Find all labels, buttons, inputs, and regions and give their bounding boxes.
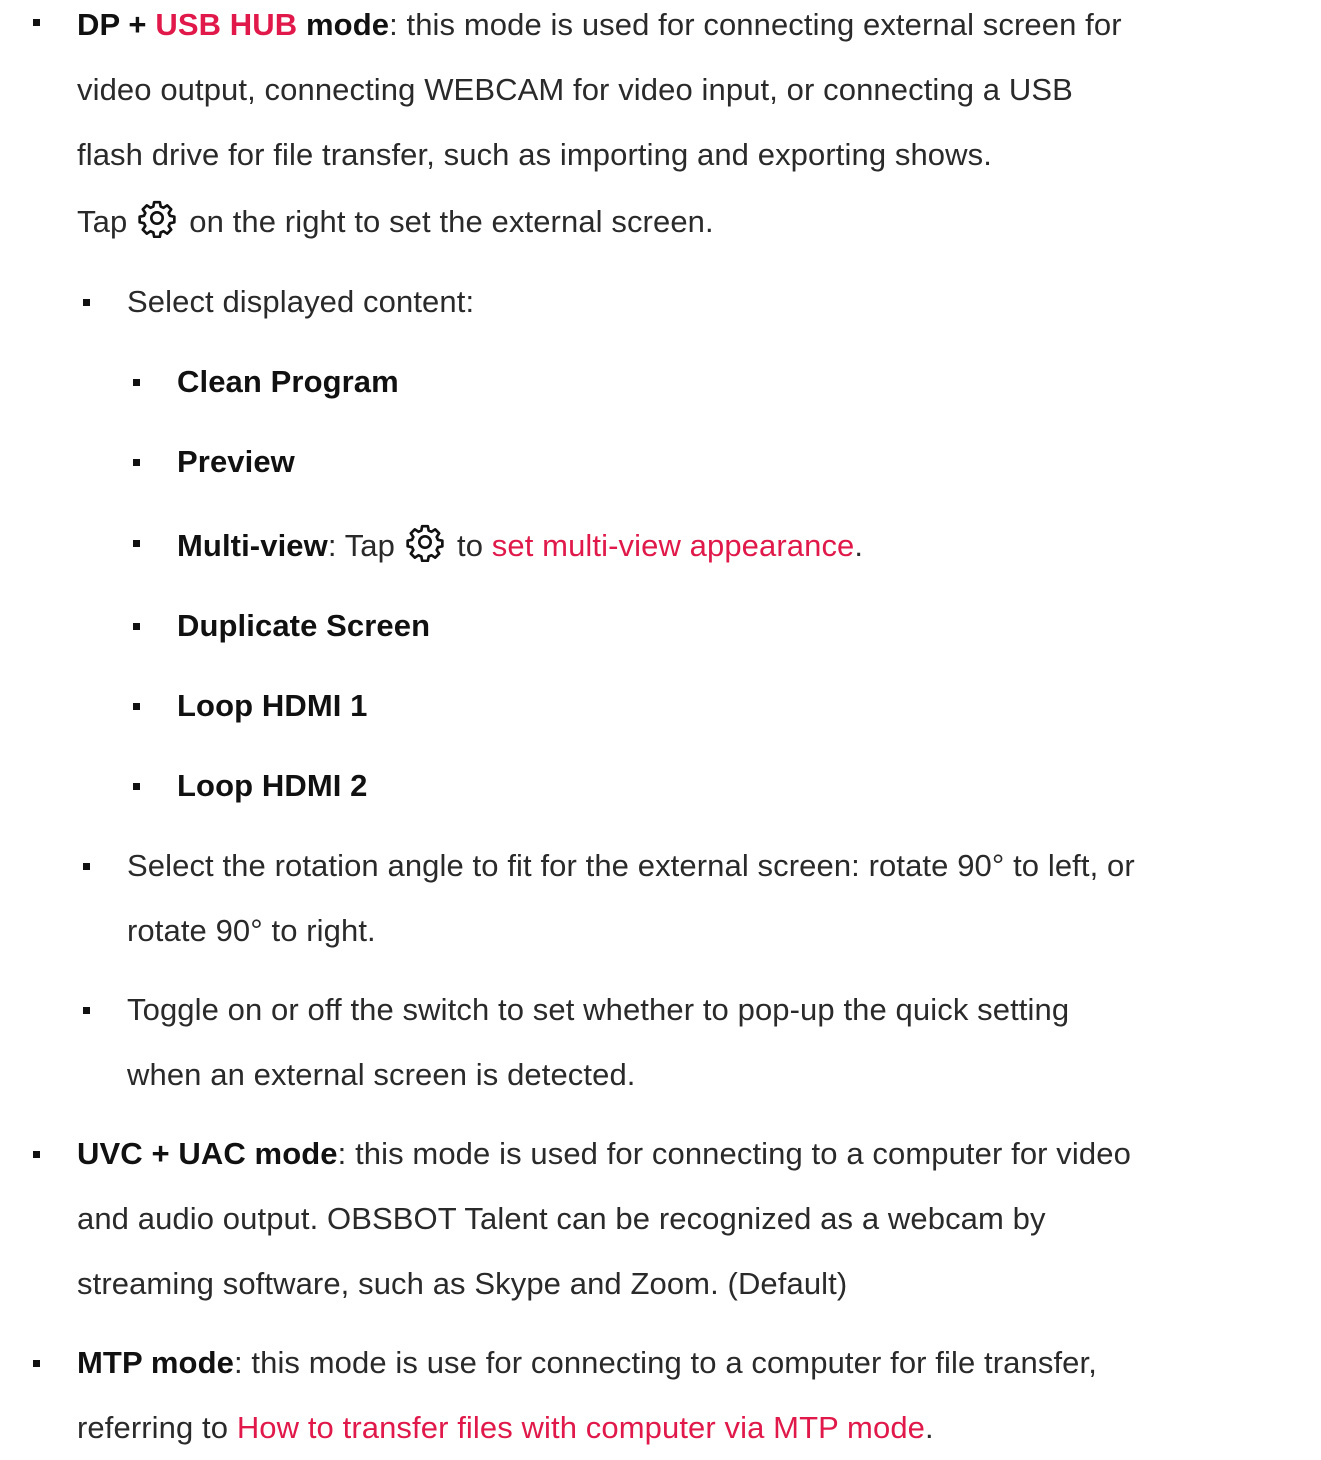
tap-suffix: on the right to set the external screen. <box>189 204 714 239</box>
option-duplicate-screen: Duplicate Screen <box>177 608 431 643</box>
uvc-line-1: UVC + UAC mode: this mode is used for co… <box>77 1122 1297 1186</box>
multiview-label: Multi-view <box>177 528 328 563</box>
mtp-title: MTP mode <box>77 1345 234 1380</box>
mtp-desc: : this mode is use for connecting to a c… <box>233 1345 1097 1380</box>
multiview-tap: : Tap <box>327 528 395 563</box>
option-multiview: Multi-view: Tap to set multi-view appeara… <box>177 514 1277 578</box>
popup-line-2: when an external screen is detected. <box>127 1057 636 1092</box>
multiview-end: . <box>854 528 864 563</box>
uvc-line-2: and audio output. OBSBOT Talent can be r… <box>77 1201 1046 1236</box>
dp-usb-hub-line-2: video output, connecting WEBCAM for vide… <box>77 72 1073 107</box>
popup-line-1: Toggle on or off the switch to set wheth… <box>127 992 1070 1027</box>
list-bullet <box>133 623 140 630</box>
list-bullet <box>83 299 90 306</box>
option-preview: Preview <box>177 444 295 479</box>
dp-mode-desc: : this mode is used for connecting exter… <box>389 7 1122 42</box>
option-loop-hdmi-1: Loop HDMI 1 <box>177 688 368 723</box>
list-bullet <box>133 783 140 790</box>
list-bullet <box>133 703 140 710</box>
gear-icon <box>405 522 445 562</box>
multiview-to: to <box>457 528 484 563</box>
tap-prefix: Tap <box>77 204 128 239</box>
multiview-appearance-link[interactable]: set multi-view appearance <box>492 528 855 563</box>
list-bullet <box>83 863 90 870</box>
list-bullet <box>33 19 40 26</box>
list-bullet <box>83 1007 90 1014</box>
dp-usb-hub-line-3: flash drive for file transfer, such as i… <box>77 137 992 172</box>
dp-mode-title-b: mode <box>297 7 390 42</box>
mtp-line-1: MTP mode: this mode is use for connectin… <box>77 1331 1297 1395</box>
dp-mode-title-a: DP + <box>77 7 156 42</box>
mtp-line-2: referring to How to transfer files with … <box>77 1396 1297 1460</box>
mtp-end: . <box>925 1410 934 1445</box>
display-content-label: Select displayed content: <box>127 284 475 319</box>
dp-usb-hub-line-1: DP + USB HUB mode: this mode is used for… <box>77 0 1297 57</box>
mtp-prefix: referring to <box>77 1410 237 1445</box>
option-clean-program: Clean Program <box>177 364 399 399</box>
list-bullet <box>33 1151 40 1158</box>
uvc-line-3: streaming software, such as Skype and Zo… <box>77 1266 848 1301</box>
list-bullet <box>133 459 140 466</box>
option-loop-hdmi-2: Loop HDMI 2 <box>177 768 368 803</box>
list-bullet <box>33 1360 40 1367</box>
uvc-title: UVC + UAC mode <box>77 1136 338 1171</box>
rotation-line-1: Select the rotation angle to fit for the… <box>127 848 1135 883</box>
usb-hub-link[interactable]: USB HUB <box>155 7 297 42</box>
document: DP + USB HUB mode: this mode is used for… <box>0 0 1321 1446</box>
dp-usb-hub-tap-line: Tap on the right to set the external scre… <box>77 190 1297 254</box>
gear-icon <box>137 198 177 238</box>
mtp-transfer-link[interactable]: How to transfer files with computer via … <box>237 1410 925 1445</box>
list-bullet <box>133 379 140 386</box>
uvc-desc: : this mode is used for connecting to a … <box>337 1136 1131 1171</box>
list-bullet <box>133 540 140 547</box>
rotation-line-2: rotate 90° to right. <box>127 913 376 948</box>
